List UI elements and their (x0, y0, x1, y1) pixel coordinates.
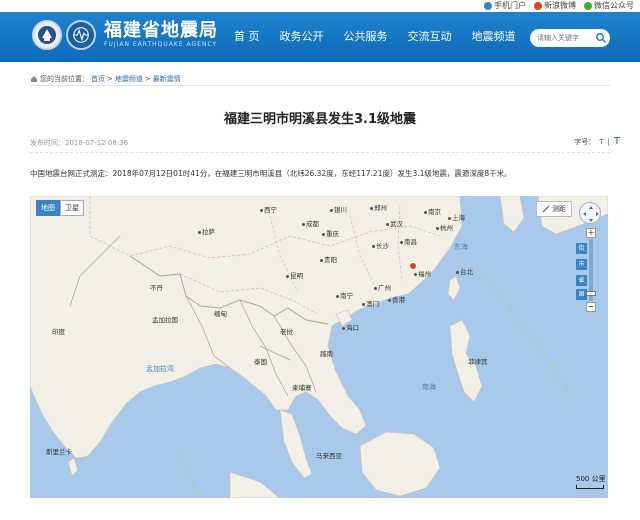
article-body: 中国地震台网正式测定：2018年07月12日01时41分，在福建三明市明溪县（北… (30, 169, 512, 178)
pan-control[interactable] (579, 202, 601, 224)
map-label: 海口 (342, 322, 359, 332)
map-label: 南昌 (400, 236, 417, 246)
tab-map[interactable]: 地图 (36, 200, 60, 216)
search-input[interactable] (537, 34, 593, 42)
site-header: 福建省地震局 FUJIAN EARTHQUAKE AGENCY 首 页 政务公开… (0, 12, 640, 62)
zoom-slider-handle[interactable] (586, 291, 596, 296)
map-label: 重庆 (322, 228, 339, 238)
map-label: 西宁 (260, 204, 277, 214)
nav-home[interactable]: 首 页 (224, 12, 270, 62)
zoom-street-label[interactable]: 街 (576, 243, 587, 254)
font-big-button[interactable]: T (614, 136, 620, 147)
map-label: 澳门 (362, 298, 379, 308)
map-label: 泰国 (254, 358, 267, 366)
zoom-track[interactable]: 街 市 省 国 (576, 239, 596, 301)
home-icon (31, 76, 37, 82)
nav-interaction[interactable]: 交流互动 (398, 12, 462, 62)
map-label: 台北 (456, 266, 473, 276)
map-label: 东海 (454, 243, 468, 251)
zoom-out-button[interactable]: − (586, 302, 596, 312)
map-label: 菲律宾 (468, 358, 488, 366)
zoom-control: + 街 市 省 国 − (576, 228, 596, 314)
breadcrumb-latest[interactable]: 最新震情 (153, 74, 181, 84)
weibo-icon (534, 1, 542, 10)
phone-icon (484, 1, 492, 10)
earthquake-agency-logo-icon (66, 20, 96, 50)
map-label: 孟加拉国 (152, 316, 178, 324)
site-name: 福建省地震局 FUJIAN EARTHQUAKE AGENCY (104, 20, 218, 49)
mobile-portal-link[interactable]: 手机门户 (484, 0, 526, 11)
scale-bar: 500 公里 (576, 474, 606, 489)
map-label: 武汉 (386, 218, 403, 228)
top-links: 手机门户 新浪微博 微信公众号 (484, 0, 634, 11)
map-label: 银川 (330, 204, 347, 214)
map-type-tabs: 地图 卫星 (36, 200, 84, 216)
map-label: 南海 (422, 383, 436, 391)
font-size-control: 字号： T | T (574, 136, 620, 147)
map-label: 南宁 (336, 290, 353, 300)
map-label: 贵阳 (320, 254, 337, 264)
article-title: 福建三明市明溪县发生3.1级地震 (223, 112, 417, 127)
ruler-icon (542, 205, 550, 213)
site-logo[interactable]: 福建省地震局 FUJIAN EARTHQUAKE AGENCY (32, 20, 218, 50)
wechat-icon (584, 1, 592, 10)
font-small-button[interactable]: T (599, 138, 603, 146)
epicenter-marker[interactable] (409, 262, 417, 270)
map-label: 越南 (320, 350, 333, 358)
map-label: 南京 (424, 206, 441, 216)
map-label: 柬埔寨 (292, 384, 312, 392)
nav-public-service[interactable]: 公共服务 (334, 12, 398, 62)
search-box (530, 29, 610, 47)
divider (30, 85, 610, 86)
nav-earthquake-channel[interactable]: 地震频道 (462, 12, 526, 62)
zoom-in-button[interactable]: + (586, 228, 596, 238)
map-label: 香港 (388, 294, 405, 304)
map-label: 长沙 (372, 240, 389, 250)
map-label: 印度 (52, 328, 65, 336)
map-label: 孟加拉湾 (146, 365, 174, 373)
measure-distance-button[interactable]: 测距 (536, 201, 572, 217)
main-nav: 首 页 政务公开 公共服务 交流互动 地震频道 (224, 12, 526, 62)
tab-satellite[interactable]: 卫星 (60, 200, 84, 216)
breadcrumb-home[interactable]: 首页 (91, 74, 105, 84)
divider (30, 152, 610, 153)
map-label: 杭州 (436, 222, 453, 232)
epicenter-map[interactable]: 成都 重庆 武汉 南京 上海 杭州 长沙 南昌 福州 贵阳 昆明 广州 香港 澳… (30, 196, 608, 498)
pan-arrows-icon (583, 206, 599, 222)
breadcrumb: 您的当前位置： 首页 > 地震频道 > 最新震情 (30, 74, 181, 84)
map-label: 老挝 (280, 328, 293, 336)
map-label: 不丹 (150, 284, 163, 292)
national-emblem-icon (32, 20, 62, 50)
map-label: 广州 (374, 282, 391, 292)
wechat-link[interactable]: 微信公众号 (584, 0, 634, 11)
map-label: 福州 (414, 268, 431, 278)
map-label: 缅甸 (214, 310, 227, 318)
search-icon[interactable] (595, 32, 607, 44)
weibo-link[interactable]: 新浪微博 (534, 0, 576, 11)
map-label: 上海 (448, 212, 465, 222)
map-label: 斯里兰卡 (46, 448, 72, 456)
map-label: 拉萨 (198, 226, 215, 236)
zoom-city-label[interactable]: 市 (576, 259, 587, 270)
publish-time: 发布时间：2018-07-12 08:36 (30, 139, 129, 147)
zoom-province-label[interactable]: 省 (576, 275, 587, 286)
map-label: 郑州 (370, 202, 387, 212)
map-label: 成都 (302, 218, 319, 228)
map-label: 昆明 (286, 270, 303, 280)
map-label: 马来西亚 (316, 452, 342, 460)
nav-government-affairs[interactable]: 政务公开 (270, 12, 334, 62)
breadcrumb-earthquake-channel[interactable]: 地震频道 (115, 74, 143, 84)
top-utility-bar: 手机门户 新浪微博 微信公众号 (0, 0, 640, 12)
